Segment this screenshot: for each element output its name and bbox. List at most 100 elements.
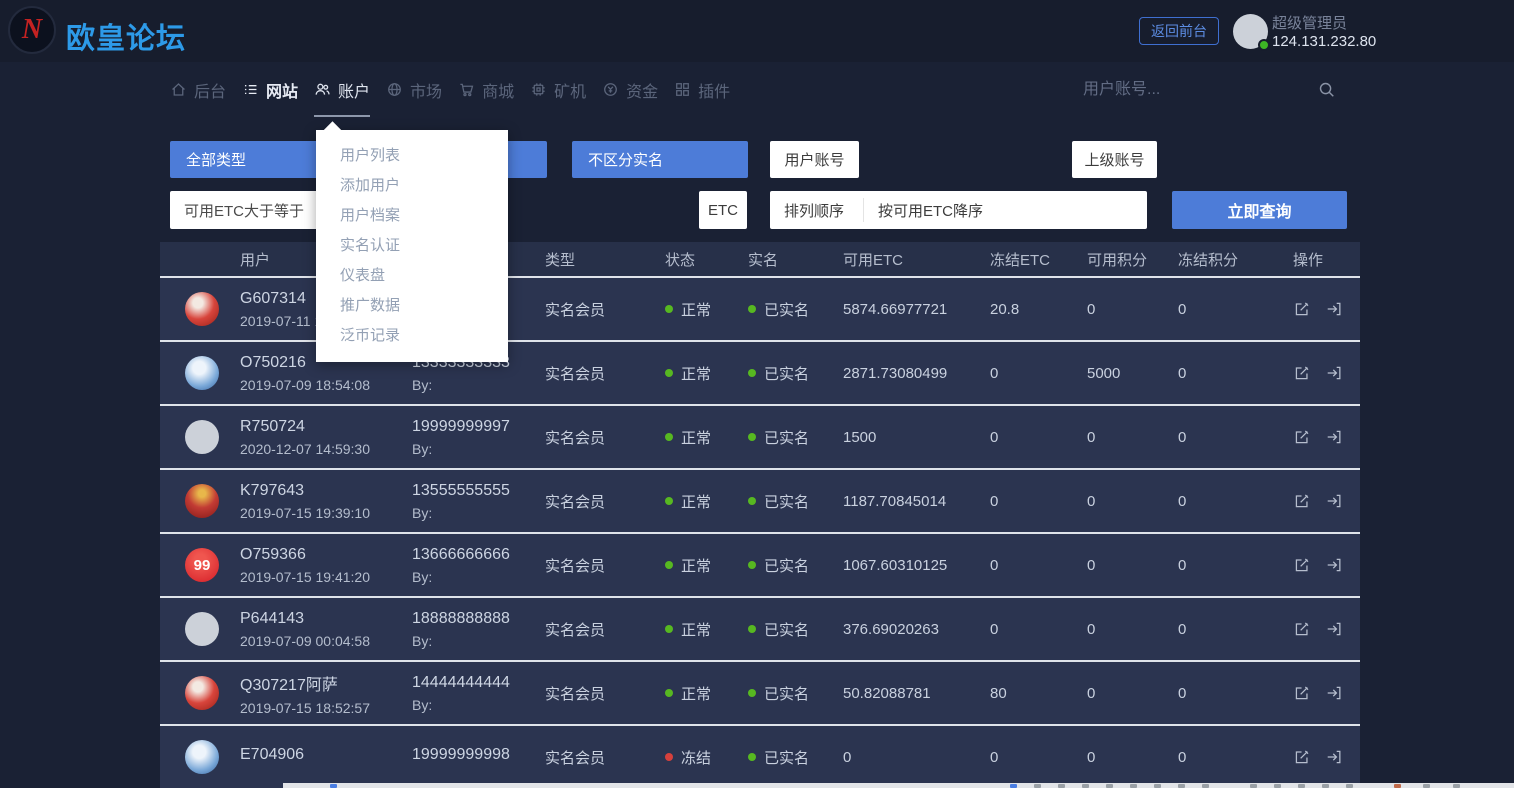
login-as-icon[interactable] <box>1325 556 1343 574</box>
phone: 19999999997 <box>412 418 545 436</box>
realname-dot <box>748 561 756 569</box>
member-type: 实名会员 <box>545 747 665 768</box>
realname-label: 已实名 <box>764 363 809 384</box>
etc-frozen: 0 <box>990 749 1087 766</box>
nav-item-account[interactable]: 账户 <box>314 78 370 102</box>
menu-item-coin-records[interactable]: 泛币记录 <box>316 321 508 351</box>
username: Q307217阿萨 <box>240 671 412 695</box>
member-type: 实名会员 <box>545 299 665 320</box>
realname-label: 已实名 <box>764 491 809 512</box>
search-icon[interactable] <box>1318 81 1336 99</box>
header-etc: 可用ETC <box>843 249 990 270</box>
edit-icon[interactable] <box>1293 300 1311 318</box>
coin-icon <box>602 81 619 98</box>
nav-item-plugins[interactable]: 插件 <box>674 78 730 102</box>
menu-item-dashboard[interactable]: 仪表盘 <box>316 261 508 291</box>
realname-dot <box>748 625 756 633</box>
grid-icon <box>674 81 691 98</box>
top-bar: N 欧皇论坛 返回前台 超级管理员 124.131.232.80 <box>0 0 1514 62</box>
login-as-icon[interactable] <box>1325 748 1343 766</box>
nav-item-backend[interactable]: 后台 <box>170 78 226 102</box>
admin-role-label: 超级管理员 <box>1272 12 1347 33</box>
admin-ip-label: 124.131.232.80 <box>1272 33 1376 50</box>
sort-order-select[interactable]: 排列顺序 按可用ETC降序 <box>770 191 1147 229</box>
etc-available: 1067.60310125 <box>843 557 990 574</box>
register-date: 2019-07-15 19:39:10 <box>240 505 412 521</box>
menu-item-user-list[interactable]: 用户列表 <box>316 141 508 171</box>
nav-item-mall[interactable]: 商城 <box>458 78 514 102</box>
phone: 18888888888 <box>412 610 545 628</box>
edit-icon[interactable] <box>1293 364 1311 382</box>
realname-label: 已实名 <box>764 619 809 640</box>
status-label: 正常 <box>681 683 711 704</box>
points-available: 0 <box>1087 429 1178 446</box>
etc-frozen: 0 <box>990 365 1087 382</box>
points-frozen: 0 <box>1178 685 1293 702</box>
phone: 14444444444 <box>412 674 545 692</box>
username: K797643 <box>240 482 412 500</box>
avatar <box>185 356 219 390</box>
avatar <box>185 740 219 774</box>
account-dropdown-menu: 用户列表 添加用户 用户档案 实名认证 仪表盘 推广数据 泛币记录 <box>316 130 508 362</box>
nav-item-website[interactable]: 网站 <box>242 78 298 102</box>
login-as-icon[interactable] <box>1325 364 1343 382</box>
menu-item-add-user[interactable]: 添加用户 <box>316 171 508 201</box>
edit-icon[interactable] <box>1293 748 1311 766</box>
points-available: 5000 <box>1087 365 1178 382</box>
realname-filter-select[interactable]: 不区分实名 <box>572 141 748 178</box>
realname-dot <box>748 689 756 697</box>
menu-item-promo-data[interactable]: 推广数据 <box>316 291 508 321</box>
login-as-icon[interactable] <box>1325 300 1343 318</box>
edit-icon[interactable] <box>1293 620 1311 638</box>
status-label: 正常 <box>681 619 711 640</box>
points-available: 0 <box>1087 557 1178 574</box>
header-type: 类型 <box>545 249 665 270</box>
back-to-frontend-button[interactable]: 返回前台 <box>1139 17 1219 45</box>
edit-icon[interactable] <box>1293 492 1311 510</box>
etc-frozen: 80 <box>990 685 1087 702</box>
admin-avatar[interactable] <box>1233 14 1268 49</box>
user-account-filter[interactable]: 用户账号 <box>770 141 859 178</box>
edit-icon[interactable] <box>1293 684 1311 702</box>
etc-available: 50.82088781 <box>843 685 990 702</box>
edit-icon[interactable] <box>1293 556 1311 574</box>
referrer: By: <box>412 697 545 713</box>
phone: 13555555555 <box>412 482 545 500</box>
login-as-icon[interactable] <box>1325 620 1343 638</box>
nav-item-miner[interactable]: 矿机 <box>530 78 586 102</box>
login-as-icon[interactable] <box>1325 684 1343 702</box>
nav-item-funds[interactable]: 资金 <box>602 78 658 102</box>
sort-order-value: 按可用ETC降序 <box>864 200 983 221</box>
query-button[interactable]: 立即查询 <box>1172 191 1347 229</box>
search-input[interactable] <box>1083 77 1308 103</box>
taskbar-icon <box>1034 784 1041 788</box>
parent-account-filter[interactable]: 上级账号 <box>1072 141 1157 178</box>
header-frozen-etc: 冻结ETC <box>990 249 1087 270</box>
member-type: 实名会员 <box>545 427 665 448</box>
login-as-icon[interactable] <box>1325 492 1343 510</box>
table-row: R7507242020-12-07 14:59:30 19999999997By… <box>160 406 1360 470</box>
points-available: 0 <box>1087 685 1178 702</box>
realname-dot <box>748 369 756 377</box>
menu-item-user-profile[interactable]: 用户档案 <box>316 201 508 231</box>
points-frozen: 0 <box>1178 557 1293 574</box>
realname-dot <box>748 305 756 313</box>
menu-item-realname-auth[interactable]: 实名认证 <box>316 231 508 261</box>
nav-item-market[interactable]: 市场 <box>386 78 442 102</box>
edit-icon[interactable] <box>1293 428 1311 446</box>
member-type: 实名会员 <box>545 491 665 512</box>
users-icon <box>314 81 331 98</box>
login-as-icon[interactable] <box>1325 428 1343 446</box>
referrer: By: <box>412 505 545 521</box>
taskbar-icon <box>1178 784 1185 788</box>
register-date: 2019-07-15 18:52:57 <box>240 700 412 716</box>
realname-dot <box>748 753 756 761</box>
phone: 13666666666 <box>412 546 545 564</box>
realname-dot <box>748 497 756 505</box>
home-icon <box>170 81 187 98</box>
header-realname: 实名 <box>748 249 843 270</box>
brand-logo-icon: N <box>8 6 56 54</box>
referrer: By: <box>412 569 545 585</box>
username: R750724 <box>240 418 412 436</box>
avatar <box>185 676 219 710</box>
